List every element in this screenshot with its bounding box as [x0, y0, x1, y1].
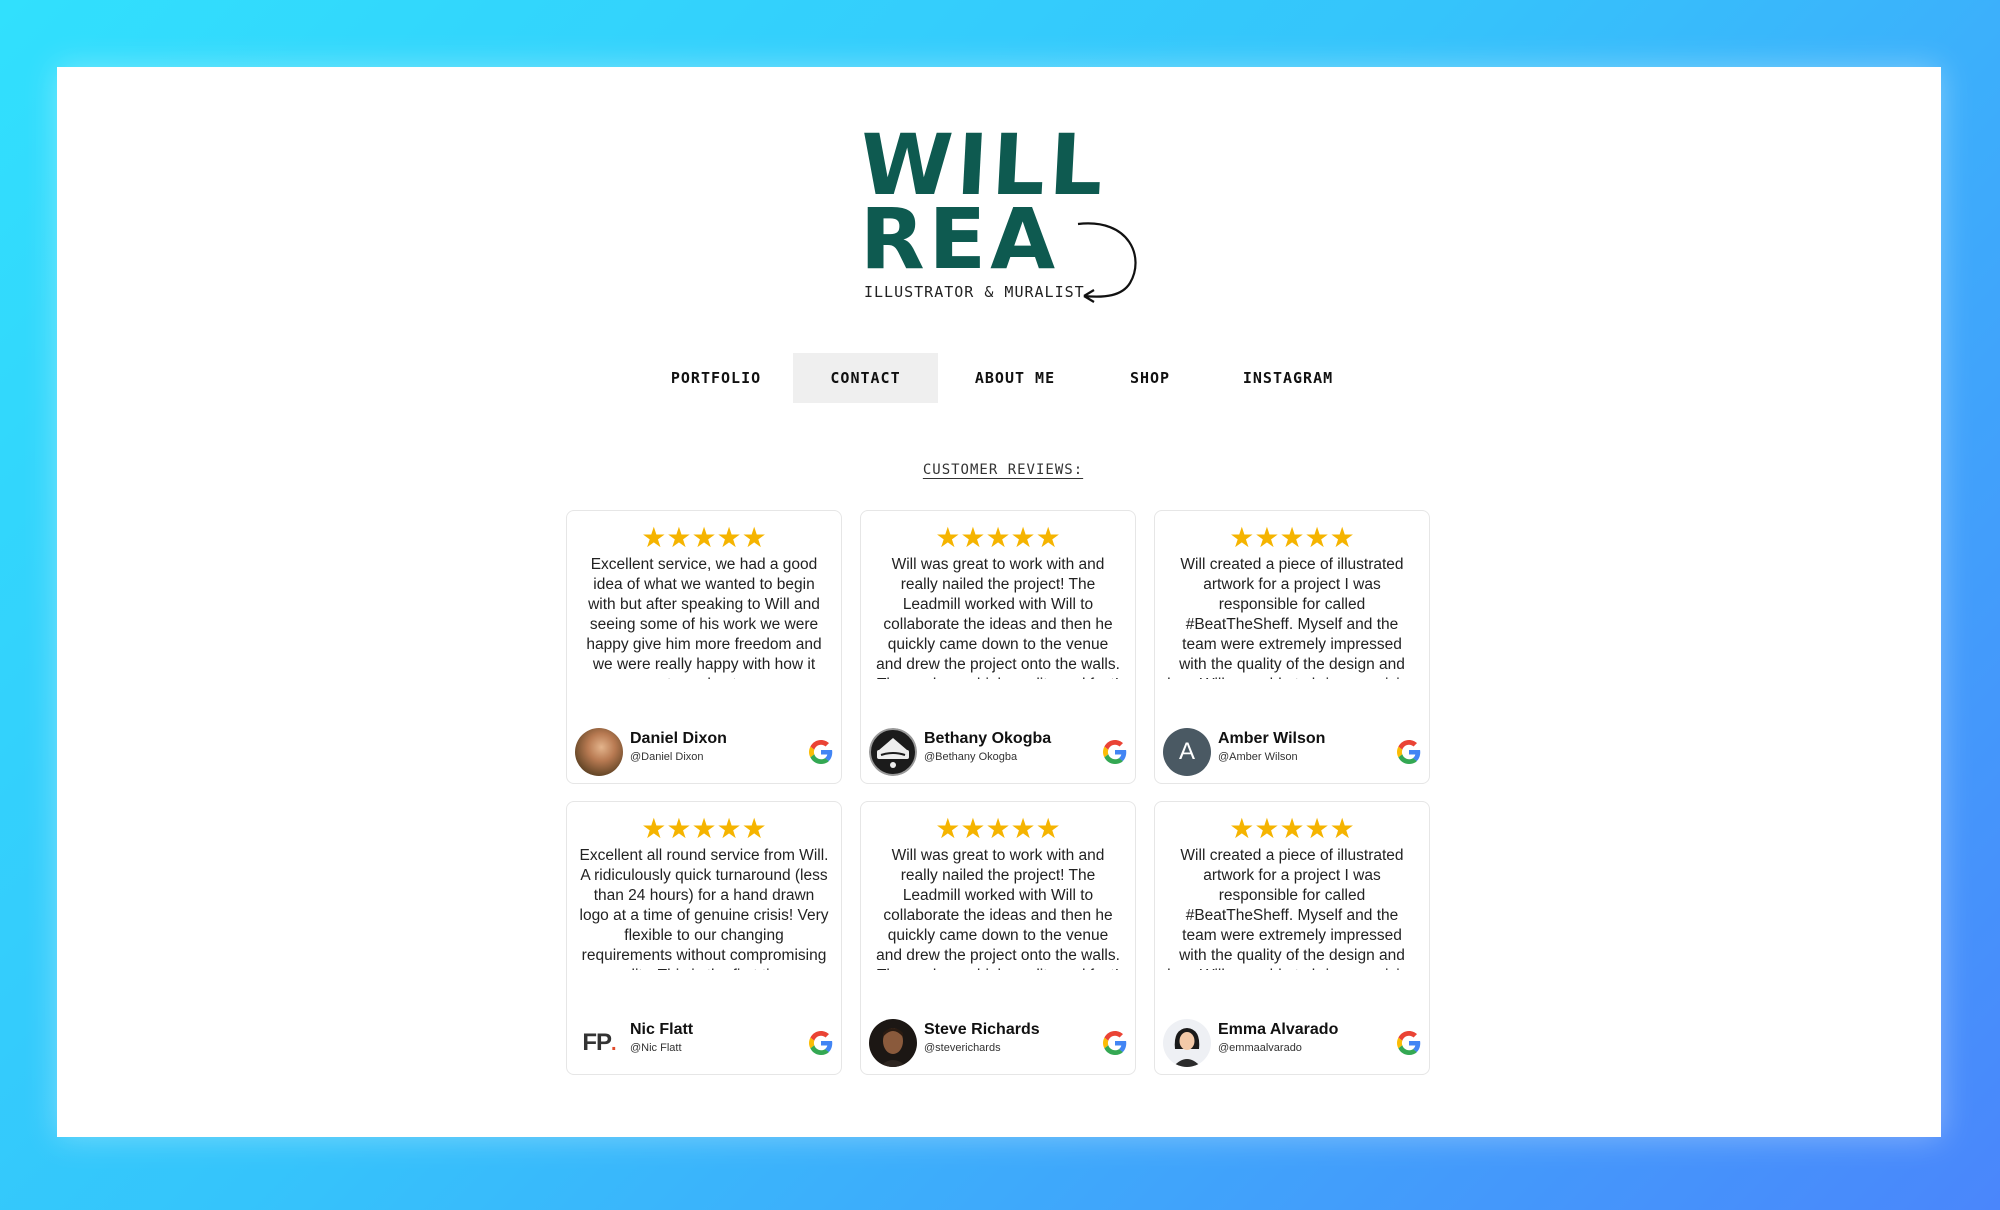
logo-tagline: ILLUSTRATOR & MURALIST — [864, 283, 1085, 301]
review-card: ★★★★★ Will was great to work with and re… — [860, 801, 1136, 1075]
review-text: Excellent all round service from Will. A… — [579, 847, 829, 970]
reviewer-name: Amber Wilson — [1218, 730, 1326, 747]
main-nav: PORTFOLIO CONTACT ABOUT ME SHOP INSTAGRA… — [0, 353, 2000, 403]
star-rating: ★★★★★ — [935, 813, 1061, 844]
nav-shop[interactable]: SHOP — [1110, 353, 1190, 403]
fp-logo-avatar: FP. — [575, 1019, 623, 1067]
illustrated-avatar — [1163, 1019, 1211, 1067]
review-text: Will was great to work with and really n… — [876, 847, 1120, 970]
google-icon[interactable] — [1103, 740, 1127, 764]
star-rating: ★★★★★ — [1229, 522, 1355, 553]
avatar-letter: FP — [582, 1029, 612, 1056]
reviewer-name: Emma Alvarado — [1218, 1021, 1339, 1038]
google-icon[interactable] — [1397, 740, 1421, 764]
reviewer-handle: @steverichards — [924, 1042, 1001, 1054]
reviewer-handle: @Daniel Dixon — [630, 751, 704, 763]
review-text: Excellent service, we had a good idea of… — [586, 556, 822, 679]
reviewer-name: Daniel Dixon — [630, 730, 727, 747]
nav-about-me[interactable]: ABOUT ME — [965, 353, 1065, 403]
nav-instagram[interactable]: INSTAGRAM — [1232, 353, 1344, 403]
reviewer-name: Nic Flatt — [630, 1021, 694, 1038]
avatar-letter: A — [1178, 738, 1195, 765]
reviewer-avatar — [869, 1019, 917, 1067]
logo-word-rea: REA — [860, 190, 1060, 288]
review-text: Will created a piece of illustrated artw… — [1167, 556, 1417, 679]
star-rating: ★★★★★ — [935, 522, 1061, 553]
reviewer-name: Steve Richards — [924, 1021, 1040, 1038]
reviewer-handle: @Nic Flatt — [630, 1042, 682, 1054]
google-icon[interactable] — [809, 1031, 833, 1055]
review-card: ★★★★★ Excellent all round service from W… — [566, 801, 842, 1075]
nav-portfolio[interactable]: PORTFOLIO — [666, 353, 766, 403]
google-icon[interactable] — [1103, 1031, 1127, 1055]
star-rating: ★★★★★ — [1229, 813, 1355, 844]
leadmill-logo-avatar — [869, 728, 917, 776]
letter-avatar: A — [1163, 728, 1211, 776]
reviewer-name: Bethany Okogba — [924, 730, 1052, 747]
google-icon[interactable] — [1397, 1031, 1421, 1055]
review-text: Will was great to work with and really n… — [876, 556, 1120, 679]
reviewer-handle: @Amber Wilson — [1218, 751, 1298, 763]
reviews-heading: CUSTOMER REVIEWS: — [922, 462, 1084, 478]
star-rating: ★★★★★ — [641, 522, 767, 553]
reviewer-handle: @emmaalvarado — [1218, 1042, 1302, 1054]
review-card: ★★★★★ Will was great to work with and re… — [860, 510, 1136, 784]
site-logo[interactable]: WILL REA ILLUSTRATOR & MURALIST — [857, 116, 1150, 308]
review-text: Will created a piece of illustrated artw… — [1167, 847, 1417, 970]
star-rating: ★★★★★ — [641, 813, 767, 844]
google-icon[interactable] — [809, 740, 833, 764]
nav-contact[interactable]: CONTACT — [793, 353, 938, 403]
review-card: ★★★★★ Will created a piece of illustrate… — [1154, 801, 1430, 1075]
review-card: ★★★★★ Will created a piece of illustrate… — [1154, 510, 1430, 784]
review-card: ★★★★★ Excellent service, we had a good i… — [566, 510, 842, 784]
reviewer-handle: @Bethany Okogba — [924, 751, 1018, 763]
reviewer-avatar — [575, 728, 623, 776]
